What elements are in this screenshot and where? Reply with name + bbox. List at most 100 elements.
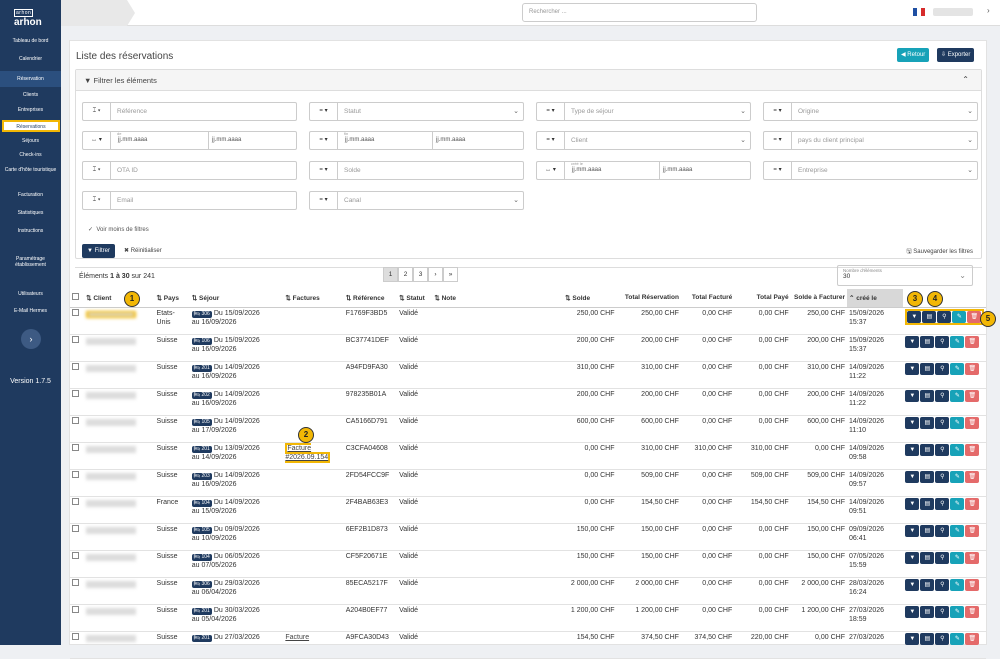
delete-button[interactable]: 🗑 <box>965 389 980 402</box>
op-select[interactable]: = ▾ <box>310 103 338 120</box>
sidebar-collapse-button[interactable]: › <box>21 329 41 349</box>
op-select[interactable]: = ▾ <box>310 192 338 209</box>
nav-instructions[interactable]: Instructions <box>0 228 61 234</box>
less-filters-link[interactable]: ✓ Voir moins de filtres <box>88 226 149 233</box>
document-button[interactable]: ▤ <box>920 497 935 510</box>
table-row[interactable]: Suisse 🛏 201 Du 30/03/2026 au 05/04/2026 A20… <box>70 604 986 632</box>
document-button[interactable]: ▤ <box>922 310 937 323</box>
document-button[interactable]: ▤ <box>920 362 935 375</box>
pays-client-filter[interactable]: = ▾ pays du client principal ⌄ <box>763 131 978 150</box>
filter-header[interactable]: ▼ Filtrer les éléments ⌃ <box>76 70 981 91</box>
delete-button[interactable]: 🗑 <box>965 443 980 456</box>
reset-button[interactable]: ✖ Réinitialiser <box>124 247 162 254</box>
edit-button[interactable]: ✎ <box>950 416 965 429</box>
entreprise-filter[interactable]: = ▾ Entreprise ⌄ <box>763 161 978 180</box>
row-checkbox[interactable] <box>72 308 79 316</box>
per-page-select[interactable]: Nombre d'éléments 30 ⌄ <box>837 265 973 286</box>
delete-button[interactable]: 🗑 <box>965 497 980 510</box>
table-row[interactable]: Suisse 🛏 201 Du 13/09/2026 au 14/09/2026 Fac… <box>70 442 986 470</box>
th-factures[interactable]: ⇅ Factures <box>283 289 344 308</box>
nav-check-ins[interactable]: Check-ins <box>0 152 61 158</box>
row-checkbox[interactable] <box>72 470 79 478</box>
breadcrumb[interactable] <box>61 0 135 26</box>
op-select[interactable]: ⌶ ▾ <box>83 192 111 209</box>
filter-row-button[interactable]: ▼ <box>907 310 922 323</box>
filter-row-button[interactable]: ▼ <box>905 497 920 510</box>
delete-button[interactable]: 🗑 <box>965 524 980 537</box>
filter-row-button[interactable]: ▼ <box>905 443 920 456</box>
op-select[interactable]: = ▾ <box>764 132 792 149</box>
view-button[interactable]: ⚲ <box>935 632 950 645</box>
view-button[interactable]: ⚲ <box>935 551 950 564</box>
edit-button[interactable]: ✎ <box>950 497 965 510</box>
client-name[interactable] <box>86 607 137 615</box>
table-row[interactable]: Suisse 🛏 104 Du 06/05/2026 au 07/05/2026 CF5… <box>70 550 986 578</box>
fin-from-input[interactable]: jj.mm.aaaa <box>342 132 377 149</box>
document-button[interactable]: ▤ <box>920 335 935 348</box>
edit-button[interactable]: ✎ <box>950 389 965 402</box>
room-badge[interactable]: 🛏 203 <box>191 472 212 480</box>
delete-button[interactable]: 🗑 <box>965 470 980 483</box>
row-checkbox[interactable] <box>72 497 79 505</box>
export-button[interactable]: ⇩ Exporter <box>937 48 975 62</box>
edit-button[interactable]: ✎ <box>950 335 965 348</box>
edit-button[interactable]: ✎ <box>950 605 965 618</box>
ota-filter[interactable]: ⌶ ▾ OTA ID <box>82 161 297 180</box>
table-row[interactable]: Suisse 🛏 105 Du 09/09/2026 au 10/09/2026 6EF… <box>70 523 986 551</box>
client-name[interactable] <box>86 472 137 480</box>
client-name[interactable] <box>86 364 137 372</box>
document-button[interactable]: ▤ <box>920 605 935 618</box>
view-button[interactable]: ⚲ <box>935 524 950 537</box>
document-button[interactable]: ▤ <box>920 416 935 429</box>
filter-row-button[interactable]: ▼ <box>905 605 920 618</box>
room-badge[interactable]: 🛏 201 <box>191 634 212 642</box>
op-select[interactable]: = ▾ <box>764 162 792 179</box>
edit-button[interactable]: ✎ <box>950 470 965 483</box>
search-input[interactable]: Rechercher ... <box>522 3 757 22</box>
view-button[interactable]: ⚲ <box>935 416 950 429</box>
document-button[interactable]: ▤ <box>920 578 935 591</box>
view-button[interactable]: ⚲ <box>935 497 950 510</box>
op-select[interactable]: = ▾ <box>764 103 792 120</box>
client-name[interactable] <box>86 499 137 507</box>
nav-reservation[interactable]: Réservation <box>0 71 61 87</box>
user-menu[interactable] <box>933 8 973 16</box>
op-select[interactable]: ↔ ▾ <box>83 132 111 149</box>
page-1[interactable]: 1 <box>383 267 398 282</box>
filter-row-button[interactable]: ▼ <box>905 335 920 348</box>
row-checkbox[interactable] <box>72 362 79 370</box>
document-button[interactable]: ▤ <box>920 632 935 645</box>
client-name[interactable] <box>86 418 137 426</box>
th-sejour[interactable]: ⇅ Séjour <box>189 289 284 308</box>
op-select[interactable]: ⌶ ▾ <box>83 162 111 179</box>
table-row[interactable]: Suisse 🛏 202 Du 14/09/2026 au 16/09/2026 978… <box>70 388 986 416</box>
th-reference[interactable]: ⇅ Référence <box>343 289 398 308</box>
statut-filter[interactable]: = ▾ Statut ⌄ <box>309 102 524 121</box>
page-3[interactable]: 3 <box>413 267 428 282</box>
email-filter[interactable]: ⌶ ▾ Email <box>82 191 297 210</box>
filter-row-button[interactable]: ▼ <box>905 362 920 375</box>
edit-button[interactable]: ✎ <box>950 551 965 564</box>
view-button[interactable]: ⚲ <box>935 443 950 456</box>
filter-row-button[interactable]: ▼ <box>905 524 920 537</box>
canal-filter[interactable]: = ▾ Canal ⌄ <box>309 191 524 210</box>
room-badge[interactable]: 🛏 201 <box>191 364 212 372</box>
edit-button[interactable]: ✎ <box>950 443 965 456</box>
nav-carte-hote[interactable]: Carte d'hôte touristique <box>0 167 61 173</box>
delete-button[interactable]: 🗑 <box>965 362 980 375</box>
view-button[interactable]: ⚲ <box>935 362 950 375</box>
edit-button[interactable]: ✎ <box>952 310 967 323</box>
delete-button[interactable]: 🗑 <box>965 578 980 591</box>
cree-to-input[interactable]: jj.mm.aaaa <box>659 162 752 179</box>
row-checkbox[interactable] <box>72 335 79 343</box>
date-to-input[interactable]: jj.mm.aaaa <box>208 132 298 149</box>
room-badge[interactable]: 🛏 201 <box>191 445 212 453</box>
client-name[interactable] <box>86 445 137 453</box>
client-filter[interactable]: = ▾ Client ⌄ <box>536 131 751 150</box>
document-button[interactable]: ▤ <box>920 551 935 564</box>
document-button[interactable]: ▤ <box>920 443 935 456</box>
page-last[interactable]: » <box>443 267 458 282</box>
nav-tableau-de-bord[interactable]: Tableau de bord <box>0 38 61 44</box>
filter-button[interactable]: ▼ Filtrer <box>82 244 115 258</box>
row-checkbox[interactable] <box>72 551 79 559</box>
